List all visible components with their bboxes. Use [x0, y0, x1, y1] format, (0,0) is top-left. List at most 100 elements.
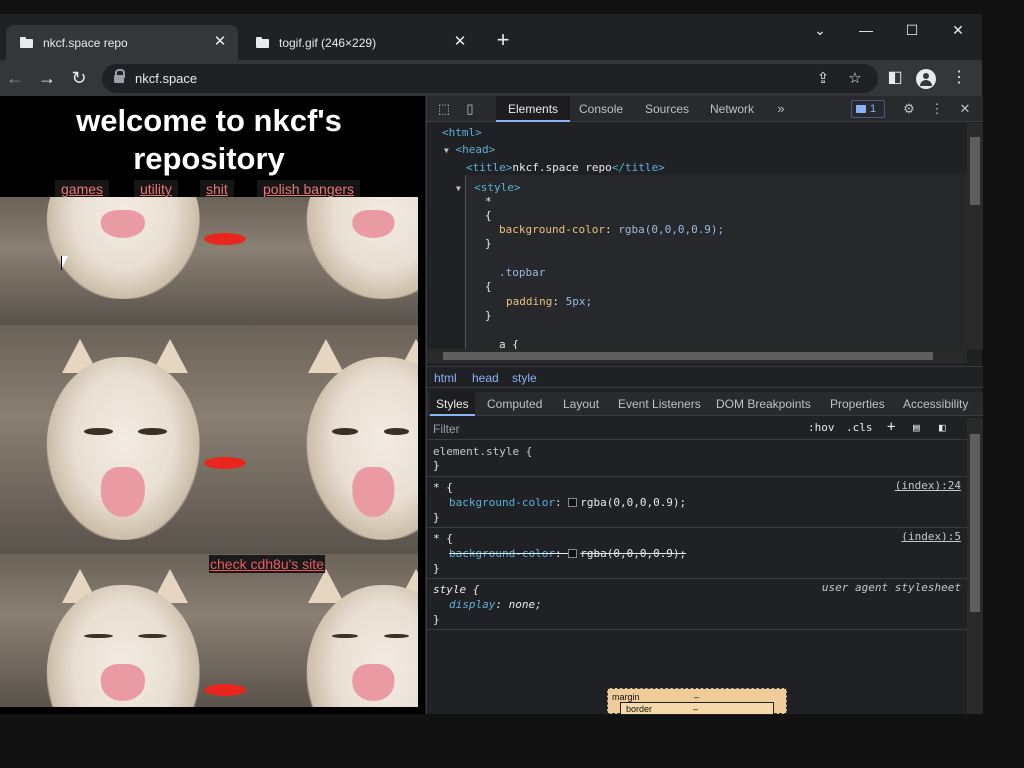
- tab-title: nkcf.space repo: [43, 35, 128, 50]
- side-panel-icon[interactable]: ◧: [881, 64, 909, 92]
- cat-gif: [0, 325, 246, 554]
- tab-styles[interactable]: Styles: [430, 392, 475, 416]
- color-swatch[interactable]: [568, 549, 578, 558]
- back-icon[interactable]: ←: [1, 64, 29, 92]
- cat-gif-grid: [0, 197, 418, 707]
- styles-filter-bar: Filter :hov .cls + ▤ ◧: [427, 418, 967, 440]
- color-swatch[interactable]: [568, 498, 578, 507]
- tab-elements[interactable]: Elements: [496, 96, 571, 122]
- expand-triangle-icon[interactable]: ▼: [444, 146, 449, 155]
- tab-computed[interactable]: Computed: [487, 392, 542, 416]
- css-text: }: [485, 237, 492, 250]
- browser-window: nkcf.space repo ✕ togif.gif (246×229) ✕ …: [0, 14, 983, 715]
- tab-network[interactable]: Network: [710, 96, 754, 122]
- dom-title-text: nkcf.space repo: [512, 161, 612, 174]
- css-prop: padding: [506, 295, 553, 308]
- close-devtools-icon[interactable]: ✕: [956, 100, 974, 118]
- share-icon[interactable]: ⇪: [812, 68, 834, 90]
- tab-properties[interactable]: Properties: [830, 392, 885, 416]
- cat-gif: [246, 325, 418, 554]
- link-utility[interactable]: utility: [134, 180, 178, 198]
- tab-search-icon[interactable]: ⌄: [805, 18, 835, 42]
- close-tab-icon[interactable]: ✕: [212, 34, 228, 50]
- devtools-panel: ⬚ ▯ Elements Console Sources Network » 1…: [426, 96, 983, 715]
- message-icon: [856, 105, 866, 113]
- tab-nkcf-repo[interactable]: nkcf.space repo ✕: [6, 25, 238, 60]
- link-cdh8u-site[interactable]: check cdh8u's site: [209, 555, 325, 573]
- browser-toolbar: ← → ↻ nkcf.space ⇪ ☆ ◧ ⋮: [0, 60, 982, 96]
- link-shit[interactable]: shit: [200, 180, 234, 198]
- cat-gif: [246, 554, 418, 707]
- breadcrumb-html[interactable]: html: [434, 371, 457, 385]
- styles-scrollbar[interactable]: [967, 418, 983, 714]
- tab-title: togif.gif (246×229): [279, 35, 377, 50]
- cat-gif: [0, 554, 246, 707]
- css-prop: background-color: [499, 223, 605, 236]
- more-tabs-icon[interactable]: »: [772, 100, 790, 118]
- css-text: *: [485, 195, 492, 208]
- link-games[interactable]: games: [55, 180, 110, 198]
- url-text: nkcf.space: [135, 71, 198, 86]
- devtools-tabbar: ⬚ ▯ Elements Console Sources Network » 1…: [427, 96, 983, 122]
- minimize-icon[interactable]: —: [851, 18, 881, 42]
- rule-star-5[interactable]: * { (index):5 background-color: rgba(0,0…: [427, 528, 967, 579]
- page-heading: welcome to nkcf's repository: [76, 103, 342, 176]
- rule-star-24[interactable]: * { (index):24 background-color: rgba(0,…: [427, 477, 967, 528]
- folder-icon: [20, 37, 34, 48]
- breadcrumb-head[interactable]: head: [472, 371, 499, 385]
- reload-icon[interactable]: ↻: [65, 64, 93, 92]
- styles-tabbar: Styles Computed Layout Event Listeners D…: [427, 392, 983, 416]
- dom-node-title-close: </title>: [611, 161, 665, 174]
- tab-dom-breakpoints[interactable]: DOM Breakpoints: [716, 392, 811, 416]
- settings-gear-icon[interactable]: ⚙: [900, 100, 918, 118]
- add-rule-icon[interactable]: +: [887, 419, 895, 435]
- tab-sources[interactable]: Sources: [645, 96, 689, 122]
- rule-user-agent[interactable]: style { user agent stylesheet display: n…: [427, 579, 967, 630]
- devtools-menu-icon[interactable]: ⋮: [928, 100, 946, 118]
- tab-console[interactable]: Console: [579, 96, 623, 122]
- tab-event-listeners[interactable]: Event Listeners: [618, 392, 701, 416]
- tab-accessibility[interactable]: Accessibility: [903, 392, 968, 416]
- expand-triangle-icon[interactable]: ▼: [456, 184, 461, 193]
- dom-horizontal-scrollbar[interactable]: [427, 349, 967, 363]
- hov-toggle[interactable]: :hov: [808, 421, 835, 434]
- box-model-diagram[interactable]: margin – border –: [607, 688, 787, 715]
- toggle-sidebar-icon[interactable]: ◧: [939, 421, 946, 434]
- breadcrumb: html head style: [427, 366, 983, 388]
- tab-togif[interactable]: togif.gif (246×229) ✕: [242, 25, 478, 60]
- filter-input[interactable]: Filter: [433, 422, 460, 436]
- new-tab-button[interactable]: +: [490, 28, 516, 54]
- source-link[interactable]: (index):24: [895, 479, 961, 492]
- issues-badge[interactable]: 1: [851, 100, 885, 118]
- dom-tree[interactable]: <html> ▼ <head> <title>nkcf.space repo</…: [427, 123, 967, 349]
- link-polish-bangers[interactable]: polish bangers: [257, 180, 361, 198]
- dom-node-title-open[interactable]: <title>: [466, 161, 512, 174]
- address-bar[interactable]: nkcf.space ⇪ ☆: [102, 64, 878, 93]
- close-tab-icon[interactable]: ✕: [452, 34, 468, 50]
- cls-toggle[interactable]: .cls: [846, 421, 873, 434]
- css-val: 5px;: [565, 295, 593, 308]
- tab-layout[interactable]: Layout: [563, 392, 599, 416]
- source-link[interactable]: (index):5: [901, 530, 961, 543]
- dom-node-style[interactable]: <style>: [474, 181, 520, 194]
- bookmark-star-icon[interactable]: ☆: [844, 68, 866, 90]
- maximize-icon[interactable]: ☐: [897, 18, 927, 42]
- mouse-cursor: [61, 256, 68, 270]
- inspect-element-icon[interactable]: ⬚: [435, 100, 453, 118]
- css-val: rgba(0,0,0,0.9);: [618, 223, 725, 236]
- breadcrumb-style[interactable]: style: [512, 371, 537, 385]
- dom-node-head[interactable]: <head>: [455, 143, 495, 156]
- dom-vertical-scrollbar[interactable]: [967, 123, 983, 349]
- profile-avatar[interactable]: [916, 69, 936, 89]
- cat-gif: [246, 197, 418, 325]
- rule-element-style[interactable]: element.style { }: [427, 441, 967, 477]
- forward-icon[interactable]: →: [33, 64, 61, 92]
- dom-node-html[interactable]: <html>: [442, 126, 482, 139]
- device-toolbar-icon[interactable]: ▯: [461, 100, 479, 118]
- folder-icon: [256, 37, 270, 48]
- page-viewport: welcome to nkcf's repository games utili…: [0, 96, 425, 714]
- paint-roller-icon[interactable]: ▤: [913, 421, 920, 434]
- menu-kebab-icon[interactable]: ⋮: [945, 64, 973, 92]
- selected-node-highlight: [465, 175, 967, 349]
- close-window-icon[interactable]: ✕: [943, 18, 973, 42]
